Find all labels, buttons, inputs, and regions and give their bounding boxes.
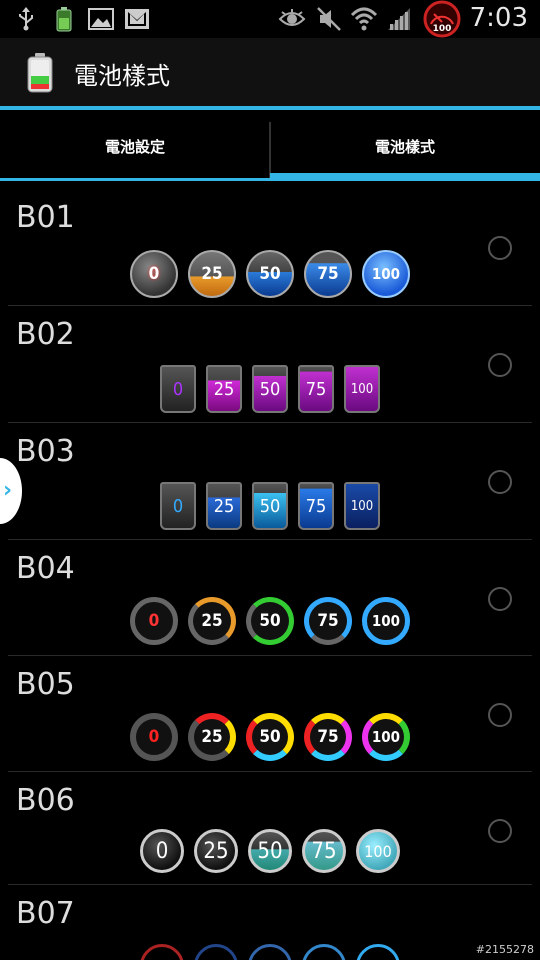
battery-preview-icon: 25 bbox=[206, 365, 242, 413]
style-preview: 0 25 50 75 100 bbox=[0, 365, 540, 413]
battery-preview-icon bbox=[356, 944, 400, 960]
battery-preview-icon: 50 bbox=[246, 250, 294, 298]
style-preview bbox=[0, 944, 540, 960]
app-battery-icon[interactable] bbox=[26, 52, 54, 98]
battery-preview-icon: 25 bbox=[206, 482, 242, 530]
list-item[interactable]: B05 0 25 50 75 100 bbox=[0, 657, 540, 772]
list-item[interactable]: B07 bbox=[0, 886, 540, 960]
watermark: #2155278 bbox=[475, 943, 534, 956]
style-preview: 0 25 50 75 100 bbox=[0, 713, 540, 761]
battery-preview-icon: 25 bbox=[188, 713, 236, 761]
battery-preview-icon: 0 bbox=[140, 829, 184, 873]
battery-preview-icon: 100 bbox=[344, 365, 380, 413]
battery-preview-icon: 75 bbox=[298, 482, 334, 530]
style-preview: 0 25 50 75 100 bbox=[0, 482, 540, 530]
wifi-icon bbox=[350, 6, 378, 32]
battery-preview-icon: 25 bbox=[188, 597, 236, 645]
battery-preview-icon: 25 bbox=[188, 250, 236, 298]
battery-preview-icon bbox=[248, 944, 292, 960]
battery-preview-icon bbox=[140, 944, 184, 960]
row-divider bbox=[8, 305, 532, 306]
battery-preview-icon: 25 bbox=[194, 829, 238, 873]
battery-preview-icon: 50 bbox=[252, 365, 288, 413]
gmail-icon bbox=[124, 6, 150, 32]
tab-battery-style[interactable]: 電池樣式 bbox=[270, 110, 540, 182]
battery-preview-icon: 100 bbox=[362, 597, 410, 645]
row-divider bbox=[8, 422, 532, 423]
list-item[interactable]: B06 0 25 50 75 100 bbox=[0, 773, 540, 885]
list-item[interactable]: B04 0 25 50 75 100 bbox=[0, 541, 540, 656]
status-bar: 100 7:03 bbox=[0, 0, 540, 38]
battery-preview-icon: 100 bbox=[362, 713, 410, 761]
list-item[interactable]: B01 0 25 50 75 100 bbox=[0, 190, 540, 306]
style-name: B06 bbox=[16, 783, 75, 818]
style-radio-button[interactable] bbox=[488, 470, 512, 494]
battery-preview-icon: 100 bbox=[344, 482, 380, 530]
style-name: B05 bbox=[16, 667, 75, 702]
battery-preview-icon: 0 bbox=[160, 482, 196, 530]
battery-preview-icon: 75 bbox=[304, 597, 352, 645]
mute-icon bbox=[316, 6, 342, 32]
action-bar: 電池樣式 bbox=[0, 38, 540, 106]
row-divider bbox=[8, 539, 532, 540]
battery-preview-icon: 0 bbox=[130, 597, 178, 645]
speed-badge-label: 100 bbox=[432, 24, 452, 34]
battery-preview-icon: 50 bbox=[246, 713, 294, 761]
signal-icon bbox=[386, 6, 412, 32]
battery-preview-icon: 75 bbox=[304, 250, 352, 298]
battery-preview-icon: 100 bbox=[362, 250, 410, 298]
page-title: 電池樣式 bbox=[74, 62, 170, 90]
battery-preview-icon bbox=[302, 944, 346, 960]
style-radio-button[interactable] bbox=[488, 819, 512, 843]
tab-underline bbox=[0, 178, 270, 181]
battery-preview-icon: 0 bbox=[160, 365, 196, 413]
row-divider bbox=[8, 884, 532, 885]
image-icon bbox=[88, 6, 114, 32]
row-divider bbox=[8, 655, 532, 656]
battery-preview-icon: 50 bbox=[246, 597, 294, 645]
style-name: B01 bbox=[16, 200, 75, 235]
battery-preview-icon: 0 bbox=[130, 713, 178, 761]
style-name: B03 bbox=[16, 434, 75, 469]
usb-icon bbox=[16, 6, 36, 32]
style-name: B02 bbox=[16, 317, 75, 352]
style-radio-button[interactable] bbox=[488, 587, 512, 611]
style-preview: 0 25 50 75 100 bbox=[0, 829, 540, 873]
battery-preview-icon: 75 bbox=[304, 713, 352, 761]
speedometer-icon: 100 bbox=[422, 0, 462, 38]
battery-style-list[interactable]: B01 0 25 50 75 100 B02 0 25 50 75 100 B0… bbox=[0, 190, 540, 960]
battery-preview-icon: 50 bbox=[248, 829, 292, 873]
chevron-right-icon[interactable]: › bbox=[3, 478, 12, 503]
status-time: 7:03 bbox=[469, 3, 528, 33]
row-divider bbox=[8, 771, 532, 772]
battery-preview-icon: 100 bbox=[356, 829, 400, 873]
tab-battery-settings[interactable]: 電池設定 bbox=[0, 110, 270, 182]
battery-preview-icon bbox=[194, 944, 238, 960]
battery-preview-icon: 75 bbox=[298, 365, 334, 413]
tab-bar: 電池設定 電池樣式 bbox=[0, 110, 540, 182]
style-preview: 0 25 50 75 100 bbox=[0, 597, 540, 645]
battery-icon bbox=[56, 6, 72, 32]
style-name: B07 bbox=[16, 896, 75, 931]
list-item[interactable]: B02 0 25 50 75 100 bbox=[0, 307, 540, 423]
style-radio-button[interactable] bbox=[488, 236, 512, 260]
style-radio-button[interactable] bbox=[488, 703, 512, 727]
tab-selected-indicator bbox=[270, 173, 540, 181]
battery-preview-icon: 75 bbox=[302, 829, 346, 873]
eye-icon bbox=[278, 6, 306, 32]
style-name: B04 bbox=[16, 551, 75, 586]
style-preview: 0 25 50 75 100 bbox=[0, 250, 540, 298]
style-radio-button[interactable] bbox=[488, 353, 512, 377]
battery-preview-icon: 0 bbox=[130, 250, 178, 298]
battery-preview-icon: 50 bbox=[252, 482, 288, 530]
list-item[interactable]: B03 0 25 50 75 100 bbox=[0, 424, 540, 540]
